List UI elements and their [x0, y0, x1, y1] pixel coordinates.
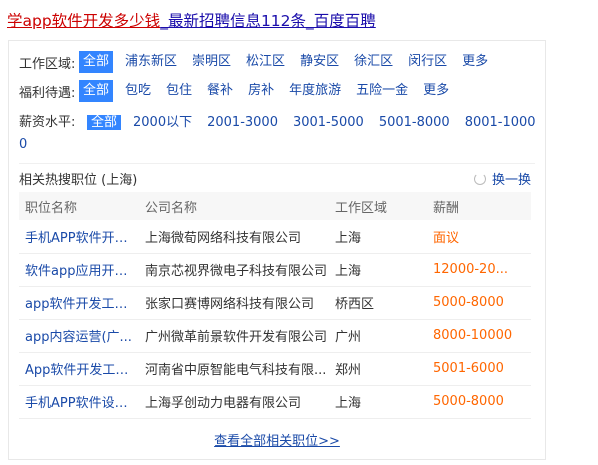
page-title[interactable]: 学app软件开发多少钱_最新招聘信息112条_百度百聘: [7, 9, 376, 31]
job-area: 桥西区: [335, 297, 375, 312]
view-all-container: 查看全部相关职位>>: [9, 430, 545, 449]
related-jobs-table: 职位名称 公司名称 工作区域 薪酬 手机APP软件开发... 上海微荀网络科技有…: [19, 192, 531, 419]
area-option-songjiang[interactable]: 松江区: [246, 51, 285, 73]
area-filter-label: 工作区域:: [19, 56, 76, 72]
job-area: 上海: [335, 230, 362, 246]
table-row[interactable]: 手机APP软件设计... 上海孚创动力电器有限公司 上海 5000-8000: [19, 385, 531, 418]
company-name: 南京芯视界微电子科技有限公司: [145, 264, 328, 279]
column-header-company: 公司名称: [145, 200, 198, 216]
company-name: 河南省中原智能电气科技有限...: [145, 363, 327, 378]
welfare-option-housing-allowance[interactable]: 房补: [248, 80, 274, 102]
refresh-label: 换一换: [491, 173, 531, 188]
salary-option-5001-8000[interactable]: 5001-8000: [379, 115, 450, 130]
welfare-option-annual-trip[interactable]: 年度旅游: [289, 80, 341, 102]
job-salary: 12000-20...: [433, 262, 508, 277]
job-title-link[interactable]: 手机APP软件开发...: [19, 220, 139, 253]
column-header-salary: 薪酬: [433, 200, 460, 216]
divider: [19, 163, 535, 164]
welfare-filter-label: 福利待遇:: [19, 85, 76, 101]
related-jobs-title: 相关热搜职位 (上海): [19, 173, 138, 188]
company-name: 张家口赛博网络科技有限公司: [145, 297, 315, 312]
area-filter: 工作区域: 全部 浦东新区 崇明区 松江区 静安区 徐汇区 闵行区 更多: [19, 51, 503, 73]
table-row[interactable]: app内容运营(广... 广州微革前景软件开发有限公司 广州 8000-1000…: [19, 319, 531, 352]
job-title-link[interactable]: 手机APP软件设计...: [19, 385, 139, 418]
job-title-link[interactable]: app内容运营(广...: [19, 319, 139, 352]
job-salary: 面议: [433, 230, 460, 246]
job-title-link[interactable]: app软件开发工程师: [19, 286, 139, 319]
table-row[interactable]: 软件app应用开发... 南京芯视界微电子科技有限公司 上海 12000-20.…: [19, 253, 531, 286]
area-option-all[interactable]: 全部: [79, 51, 114, 73]
welfare-option-meals[interactable]: 包吃: [125, 80, 151, 102]
job-salary: 5000-8000: [433, 394, 504, 409]
job-card: 工作区域: 全部 浦东新区 崇明区 松江区 静安区 徐汇区 闵行区 更多 福利待…: [8, 40, 546, 460]
view-all-link[interactable]: 查看全部相关职位>>: [214, 434, 340, 449]
welfare-option-insurance[interactable]: 五险一金: [356, 80, 408, 102]
area-option-minhang[interactable]: 闵行区: [408, 51, 447, 73]
table-header: 职位名称 公司名称 工作区域 薪酬: [19, 192, 531, 220]
company-name: 广州微革前景软件开发有限公司: [145, 330, 328, 345]
column-header-area: 工作区域: [335, 200, 388, 216]
area-option-jingan[interactable]: 静安区: [300, 51, 339, 73]
job-salary: 5001-6000: [433, 361, 504, 376]
company-name: 上海孚创动力电器有限公司: [145, 396, 302, 411]
job-title-link[interactable]: App软件开发工程...: [19, 352, 139, 385]
area-option-more[interactable]: 更多: [462, 51, 488, 73]
job-area: 上海: [335, 396, 362, 411]
job-area: 上海: [335, 264, 362, 279]
area-option-xuhui[interactable]: 徐汇区: [354, 51, 393, 73]
title-rest[interactable]: _最新招聘信息112条_百度百聘: [160, 12, 376, 30]
company-name: 上海微荀网络科技有限公司: [145, 230, 302, 246]
table-row[interactable]: 手机APP软件开发... 上海微荀网络科技有限公司 上海 面议: [19, 220, 531, 253]
welfare-option-meal-allowance[interactable]: 餐补: [207, 80, 233, 102]
welfare-option-more[interactable]: 更多: [423, 80, 449, 102]
salary-option-2001-3000[interactable]: 2001-3000: [207, 115, 278, 130]
welfare-option-all[interactable]: 全部: [79, 80, 114, 102]
job-area: 广州: [335, 330, 362, 345]
welfare-option-housing[interactable]: 包住: [166, 80, 192, 102]
area-option-chongming[interactable]: 崇明区: [192, 51, 231, 73]
job-title-link[interactable]: 软件app应用开发...: [19, 253, 139, 286]
table-row[interactable]: app软件开发工程师 张家口赛博网络科技有限公司 桥西区 5000-8000: [19, 286, 531, 319]
refresh-icon: [473, 172, 486, 185]
job-salary: 8000-10000: [433, 328, 513, 343]
salary-option-below-2000[interactable]: 2000以下: [133, 115, 192, 130]
table-row[interactable]: App软件开发工程... 河南省中原智能电气科技有限... 郑州 5001-60…: [19, 352, 531, 385]
column-header-job: 职位名称: [25, 200, 78, 216]
area-option-pudong[interactable]: 浦东新区: [125, 51, 177, 73]
salary-option-3001-5000[interactable]: 3001-5000: [293, 115, 364, 130]
title-highlight[interactable]: 学app软件开发多少钱: [7, 12, 160, 30]
salary-option-all[interactable]: 全部: [87, 115, 122, 130]
refresh-button[interactable]: 换一换: [473, 169, 531, 188]
job-salary: 5000-8000: [433, 295, 504, 310]
welfare-filter: 福利待遇: 全部 包吃 包住 餐补 房补 年度旅游 五险一金 更多: [19, 80, 464, 102]
job-area: 郑州: [335, 363, 362, 378]
